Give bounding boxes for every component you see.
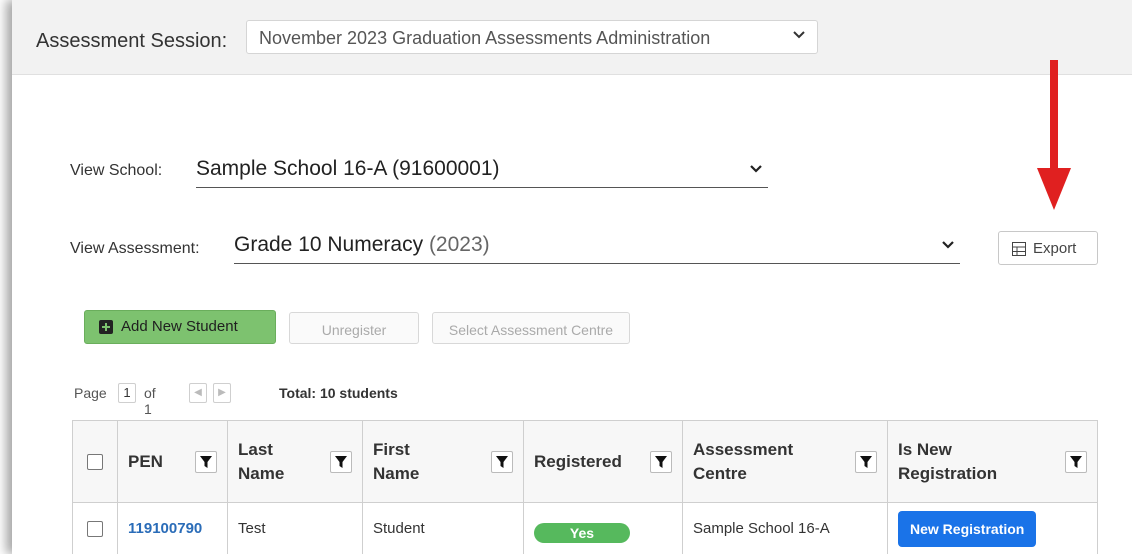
- assessment-label: View Assessment:: [70, 240, 200, 257]
- cell-registered: Yes: [523, 502, 683, 554]
- assessment-name: Grade 10 Numeracy: [234, 233, 424, 256]
- page-label: Page: [74, 385, 107, 401]
- header-first-name: First Name: [362, 420, 524, 503]
- add-new-student-button[interactable]: Add New Student: [84, 310, 276, 344]
- header-label: PEN: [128, 451, 163, 471]
- select-assessment-centre-button[interactable]: Select Assessment Centre: [432, 312, 630, 344]
- cell-last-name: Test: [227, 502, 363, 554]
- chevron-down-icon: [750, 165, 762, 173]
- select-all-checkbox[interactable]: [87, 454, 103, 471]
- registered-badge: Yes: [534, 522, 630, 543]
- table-grid-icon: [1012, 242, 1026, 256]
- filter-icon[interactable]: [491, 450, 513, 473]
- chevron-down-icon: [942, 241, 954, 249]
- row-checkbox[interactable]: [87, 521, 103, 538]
- header-label: Is New: [898, 439, 952, 459]
- session-select-value: November 2023 Graduation Assessments Adm…: [259, 28, 711, 48]
- header-label: Assessment: [693, 439, 794, 459]
- add-new-student-label: Add New Student: [121, 318, 238, 335]
- page-of-label: of 1: [144, 385, 156, 417]
- cell-assessment-centre: Sample School 16-A: [682, 502, 888, 554]
- header-label: Name: [373, 463, 420, 483]
- students-table: PEN Last Name First Name Registered Asse…: [72, 420, 1098, 554]
- assessment-year: (2023): [428, 233, 490, 256]
- table-header-row: PEN Last Name First Name Registered Asse…: [72, 420, 1098, 503]
- unregister-label: Unregister: [321, 322, 387, 338]
- header-label: Registration: [898, 463, 998, 483]
- table-row[interactable]: 119100790 Test Student Yes Sample School…: [72, 502, 1098, 554]
- cell-pen: 119100790: [117, 502, 228, 554]
- header-label: First: [373, 439, 410, 459]
- plus-square-icon: [99, 320, 113, 334]
- header-assessment-centre: Assessment Centre: [682, 420, 888, 503]
- app-frame: Assessment Session: November 2023 Gradua…: [12, 0, 1132, 554]
- next-page-button[interactable]: ▶: [213, 383, 231, 403]
- row-select-cell: [72, 502, 118, 554]
- session-bar: Assessment Session: November 2023 Gradua…: [12, 0, 1132, 75]
- school-label: View School:: [70, 162, 163, 179]
- export-button[interactable]: Export: [998, 231, 1098, 265]
- page-number-input[interactable]: 1: [118, 383, 136, 403]
- filter-icon[interactable]: [1065, 450, 1087, 473]
- select-all-cell: [72, 420, 118, 503]
- cell-new-registration: New Registration: [887, 502, 1098, 554]
- session-select[interactable]: November 2023 Graduation Assessments Adm…: [246, 20, 818, 54]
- select-assessment-centre-label: Select Assessment Centre: [448, 322, 614, 338]
- assessment-select[interactable]: Grade 10 Numeracy (2023): [234, 231, 960, 264]
- header-label: Last: [238, 439, 273, 459]
- filter-icon[interactable]: [330, 450, 352, 473]
- export-label: Export: [1033, 240, 1077, 257]
- session-label: Assessment Session:: [36, 30, 228, 52]
- filter-icon[interactable]: [855, 450, 877, 473]
- header-label: Centre: [693, 463, 747, 483]
- arrow-down-annotation: [1037, 60, 1071, 210]
- header-last-name: Last Name: [227, 420, 363, 503]
- cell-first-name: Student: [362, 502, 524, 554]
- school-select[interactable]: Sample School 16-A (91600001): [196, 155, 768, 188]
- school-select-value: Sample School 16-A (91600001): [196, 157, 500, 180]
- filter-icon[interactable]: [195, 450, 217, 473]
- header-is-new-registration: Is New Registration: [887, 420, 1098, 503]
- total-count: Total: 10 students: [279, 385, 398, 401]
- assessment-select-value: Grade 10 Numeracy (2023): [234, 233, 490, 257]
- pen-link[interactable]: 119100790: [128, 520, 202, 537]
- unregister-button[interactable]: Unregister: [289, 312, 419, 344]
- chevron-down-icon: [793, 31, 805, 39]
- new-registration-button[interactable]: New Registration: [898, 510, 1037, 547]
- prev-page-button[interactable]: ◀: [189, 383, 207, 403]
- filter-icon[interactable]: [650, 450, 672, 473]
- header-pen: PEN: [117, 420, 228, 503]
- header-label: Registered: [534, 451, 622, 471]
- header-label: Name: [238, 463, 285, 483]
- header-registered: Registered: [523, 420, 683, 503]
